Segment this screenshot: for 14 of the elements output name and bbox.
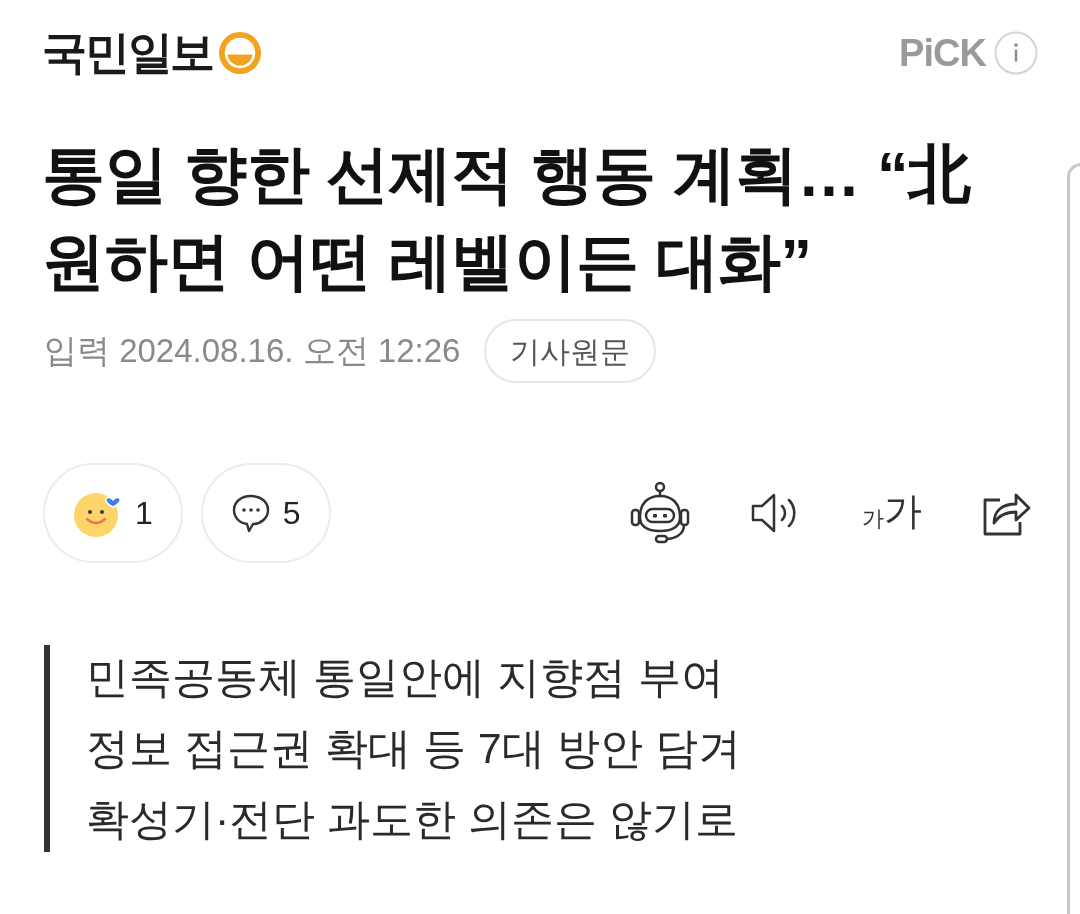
logo-text: 국민일보	[42, 30, 213, 75]
reaction-button[interactable]: 1	[43, 463, 183, 563]
summary-line: 확성기·전단 과도한 의존은 않기로	[86, 794, 739, 845]
pick-label: PiCK	[899, 33, 986, 72]
original-article-link[interactable]: 기사원문	[484, 319, 657, 383]
font-size-button[interactable]: 가가	[862, 492, 922, 534]
publish-date: 입력 2024.08.16. 오전 12:26	[44, 331, 461, 372]
article-title: 통일 향한 선제적 행동 계획… “北 원하면 어떤 레벨이든 대화”	[42, 138, 972, 298]
robot-icon[interactable]	[628, 481, 692, 545]
logo-circle-icon	[219, 31, 261, 74]
summary-line: 정보 접근권 확대 등 7대 방안 담겨	[86, 723, 741, 774]
speech-bubble-icon	[230, 493, 271, 533]
summary-line: 민족공동체 통일안에 지향점 부여	[86, 652, 724, 703]
comment-button[interactable]: 5	[200, 463, 331, 563]
